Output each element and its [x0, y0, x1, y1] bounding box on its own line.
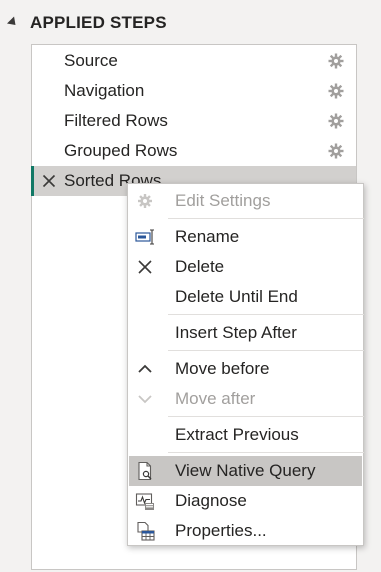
step-label: Grouped Rows — [64, 141, 178, 160]
delete-step-icon[interactable] — [42, 174, 56, 188]
properties-icon — [137, 521, 155, 541]
menu-item-label: Diagnose — [175, 491, 247, 510]
step-label: Filtered Rows — [64, 111, 168, 130]
menu-item-delete-until-end[interactable]: Delete Until End — [129, 282, 362, 312]
query-settings-pane: APPLIED STEPS Source Navigation Filtered… — [0, 0, 381, 572]
step-filtered-rows[interactable]: Filtered Rows — [32, 106, 356, 136]
menu-item-view-native-query[interactable]: View Native Query — [129, 456, 362, 486]
step-context-menu: Edit Settings Rename Delete Delete Until… — [127, 183, 364, 546]
menu-separator — [168, 350, 364, 351]
menu-separator — [168, 314, 364, 315]
menu-item-edit-settings[interactable]: Edit Settings — [129, 186, 362, 216]
menu-item-move-before[interactable]: Move before — [129, 354, 362, 384]
menu-item-label: Delete Until End — [175, 287, 298, 306]
chevron-up-icon — [138, 364, 152, 373]
chevron-down-icon — [138, 395, 152, 404]
menu-item-label: Properties... — [175, 521, 267, 540]
menu-item-rename[interactable]: Rename — [129, 222, 362, 252]
gear-icon[interactable] — [328, 143, 344, 159]
menu-item-insert-step-after[interactable]: Insert Step After — [129, 318, 362, 348]
applied-steps-title: APPLIED STEPS — [30, 13, 167, 32]
collapse-triangle-icon[interactable] — [6, 15, 20, 29]
diagnose-icon — [135, 493, 154, 510]
menu-item-label: Extract Previous — [175, 425, 299, 444]
step-grouped-rows[interactable]: Grouped Rows — [32, 136, 356, 166]
menu-item-diagnose[interactable]: Diagnose — [129, 486, 362, 516]
menu-item-move-after[interactable]: Move after — [129, 384, 362, 414]
menu-item-label: Move before — [175, 359, 270, 378]
step-source[interactable]: Source — [32, 46, 356, 76]
menu-item-properties[interactable]: Properties... — [129, 516, 362, 546]
step-label: Navigation — [64, 81, 145, 100]
gear-icon — [138, 194, 152, 208]
menu-item-extract-previous[interactable]: Extract Previous — [129, 420, 362, 450]
menu-item-label: Rename — [175, 227, 240, 246]
menu-separator — [168, 416, 364, 417]
menu-item-label: Move after — [175, 389, 256, 408]
applied-steps-header[interactable]: APPLIED STEPS — [6, 12, 167, 34]
rename-icon — [135, 229, 154, 245]
gear-icon[interactable] — [328, 83, 344, 99]
step-label: Source — [64, 51, 118, 70]
menu-item-label: Delete — [175, 257, 225, 276]
gear-icon[interactable] — [328, 113, 344, 129]
menu-item-label: View Native Query — [175, 461, 316, 480]
menu-separator — [168, 218, 364, 219]
selected-step-accent — [31, 166, 34, 196]
menu-item-delete[interactable]: Delete — [129, 252, 362, 282]
native-query-icon — [138, 461, 152, 481]
menu-item-label: Edit Settings — [175, 191, 271, 210]
gear-icon[interactable] — [328, 53, 344, 69]
close-icon — [138, 260, 152, 274]
step-navigation[interactable]: Navigation — [32, 76, 356, 106]
menu-item-label: Insert Step After — [175, 323, 297, 342]
menu-separator — [168, 452, 364, 453]
